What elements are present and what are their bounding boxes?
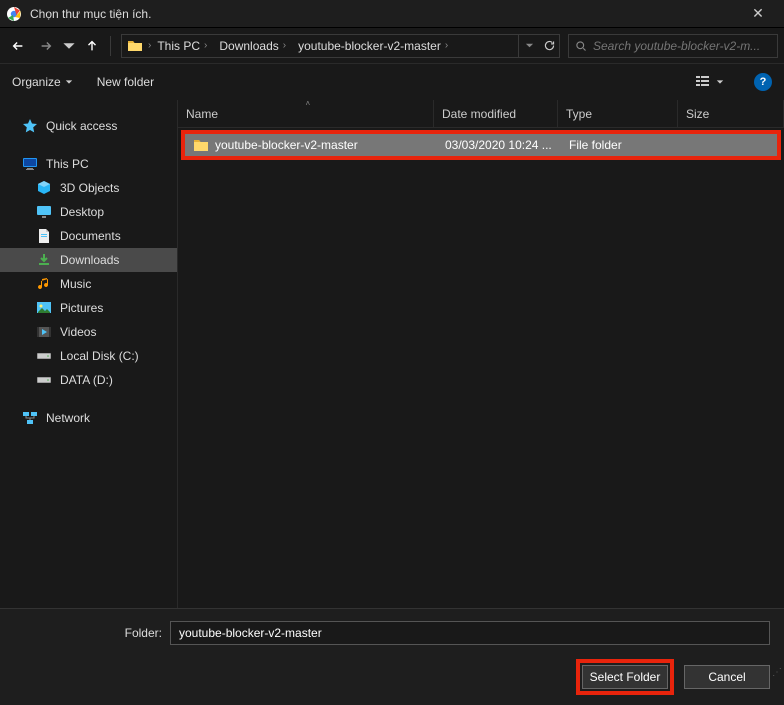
sidebar-item-label: Downloads xyxy=(60,253,119,267)
breadcrumb-item[interactable]: Downloads › xyxy=(213,39,292,53)
close-button[interactable]: ✕ xyxy=(738,5,778,22)
network-icon xyxy=(22,410,38,426)
search-icon xyxy=(575,40,587,52)
toolbar: Organize New folder ? xyxy=(0,64,784,100)
help-button[interactable]: ? xyxy=(754,73,772,91)
highlight-annotation: Select Folder xyxy=(576,659,674,695)
column-label: Type xyxy=(566,107,592,121)
file-type: File folder xyxy=(561,138,681,152)
sidebar-item-label: Music xyxy=(60,277,91,291)
desktop-icon xyxy=(36,204,52,220)
sidebar-quick-access[interactable]: Quick access xyxy=(0,114,177,138)
sidebar-item-label: Desktop xyxy=(60,205,104,219)
app-icon xyxy=(6,6,22,22)
drive-icon xyxy=(36,372,52,388)
column-date[interactable]: Date modified xyxy=(434,100,558,127)
column-label: Name xyxy=(186,107,218,121)
back-button[interactable] xyxy=(6,34,30,58)
drive-icon xyxy=(36,348,52,364)
file-list[interactable]: youtube-blocker-v2-master 03/03/2020 10:… xyxy=(178,128,784,608)
picture-icon xyxy=(36,300,52,316)
sidebar-item-label: Quick access xyxy=(46,119,117,133)
sidebar-network[interactable]: Network xyxy=(0,406,177,430)
sidebar-item-label: Documents xyxy=(60,229,121,243)
sidebar-item-label: Videos xyxy=(60,325,96,339)
monitor-icon xyxy=(22,156,38,172)
breadcrumb-item[interactable]: youtube-blocker-v2-master › xyxy=(292,39,454,53)
highlight-annotation: youtube-blocker-v2-master 03/03/2020 10:… xyxy=(181,130,781,160)
sidebar-item-documents[interactable]: Documents xyxy=(0,224,177,248)
column-size[interactable]: Size xyxy=(678,100,784,127)
star-icon xyxy=(22,118,38,134)
sidebar-item-music[interactable]: Music xyxy=(0,272,177,296)
navbar: › This PC › Downloads › youtube-blocker-… xyxy=(0,28,784,64)
document-icon xyxy=(36,228,52,244)
sidebar-item-desktop[interactable]: Desktop xyxy=(0,200,177,224)
cube-icon xyxy=(36,180,52,196)
titlebar: Chọn thư mục tiện ích. ✕ xyxy=(0,0,784,28)
sidebar-item-videos[interactable]: Videos xyxy=(0,320,177,344)
forward-button[interactable] xyxy=(34,34,58,58)
breadcrumb-item[interactable]: This PC › xyxy=(151,39,213,53)
file-row[interactable]: youtube-blocker-v2-master 03/03/2020 10:… xyxy=(185,134,777,156)
address-dropdown[interactable] xyxy=(519,35,539,57)
sidebar-item-downloads[interactable]: Downloads xyxy=(0,248,177,272)
video-icon xyxy=(36,324,52,340)
folder-label: Folder: xyxy=(14,626,162,640)
sidebar-item-label: Pictures xyxy=(60,301,103,315)
column-headers: ˄ Name Date modified Type Size xyxy=(178,100,784,128)
search-box[interactable] xyxy=(568,34,778,58)
sidebar-item-label: This PC xyxy=(46,157,89,171)
main-area: Quick access This PC 3D Objects Desktop … xyxy=(0,100,784,608)
file-name: youtube-blocker-v2-master xyxy=(215,138,358,152)
organize-menu[interactable]: Organize xyxy=(12,75,73,89)
sidebar-item-data-d[interactable]: DATA (D:) xyxy=(0,368,177,392)
sidebar-item-label: 3D Objects xyxy=(60,181,119,195)
column-type[interactable]: Type xyxy=(558,100,678,127)
resize-grip[interactable]: ⋰ xyxy=(772,667,782,678)
address-bar[interactable]: › This PC › Downloads › youtube-blocker-… xyxy=(121,34,560,58)
folder-input[interactable] xyxy=(170,621,770,645)
sidebar-item-pictures[interactable]: Pictures xyxy=(0,296,177,320)
column-name[interactable]: ˄ Name xyxy=(178,100,434,127)
new-folder-button[interactable]: New folder xyxy=(97,75,154,89)
recent-dropdown[interactable] xyxy=(62,34,76,58)
refresh-button[interactable] xyxy=(539,35,559,57)
cancel-button[interactable]: Cancel xyxy=(684,665,770,689)
sort-indicator-icon: ˄ xyxy=(306,99,311,108)
search-input[interactable] xyxy=(593,39,771,53)
sidebar-item-3d-objects[interactable]: 3D Objects xyxy=(0,176,177,200)
column-label: Size xyxy=(686,107,709,121)
bottom-panel: Folder: Select Folder Cancel ⋰ xyxy=(0,608,784,705)
folder-icon xyxy=(193,138,209,152)
sidebar: Quick access This PC 3D Objects Desktop … xyxy=(0,100,178,608)
sidebar-item-label: DATA (D:) xyxy=(60,373,113,387)
column-label: Date modified xyxy=(442,107,516,121)
select-folder-button[interactable]: Select Folder xyxy=(582,665,668,689)
music-icon xyxy=(36,276,52,292)
sidebar-item-local-disk-c[interactable]: Local Disk (C:) xyxy=(0,344,177,368)
file-view: ˄ Name Date modified Type Size youtube-b… xyxy=(178,100,784,608)
up-button[interactable] xyxy=(80,34,104,58)
sidebar-item-label: Network xyxy=(46,411,90,425)
view-options-button[interactable] xyxy=(696,70,724,94)
sidebar-this-pc[interactable]: This PC xyxy=(0,152,177,176)
download-icon xyxy=(36,252,52,268)
sidebar-item-label: Local Disk (C:) xyxy=(60,349,139,363)
window-title: Chọn thư mục tiện ích. xyxy=(30,7,738,21)
folder-icon xyxy=(126,37,144,55)
file-date: 03/03/2020 10:24 ... xyxy=(437,138,561,152)
